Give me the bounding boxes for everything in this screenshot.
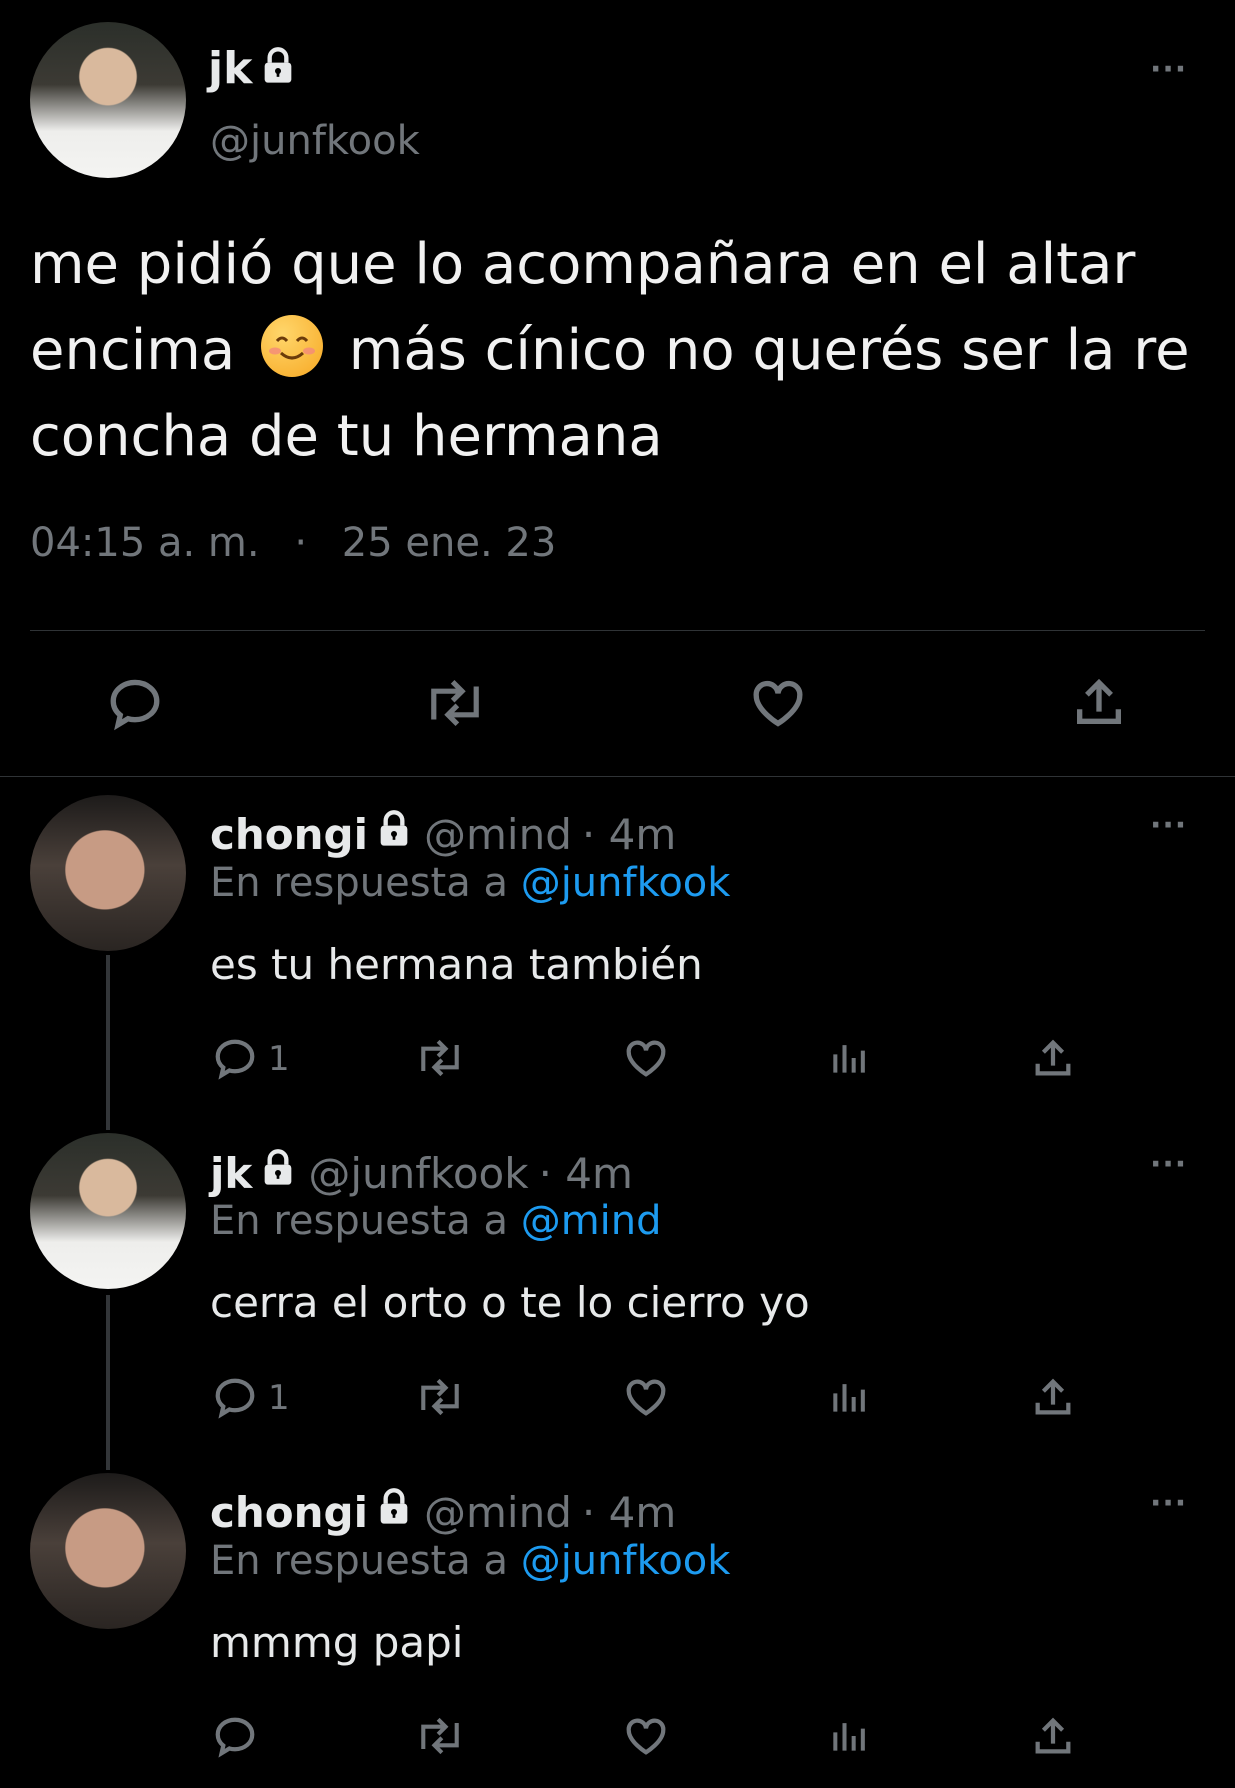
handle[interactable]: @junfkook [210,118,420,164]
reply-header: chongi @mind · 4m [210,1484,676,1540]
tweet-text-line: concha de tu hermana [30,404,663,469]
lock-icon [374,809,414,859]
mention-link[interactable]: @junfkook [521,860,731,906]
more-icon[interactable]: ··· [1150,808,1187,843]
reply-context: En respuesta a @mind [210,1198,662,1244]
divider [30,630,1205,631]
display-name[interactable]: jk [208,43,252,94]
reply-icon[interactable] [106,674,164,736]
reply-text: mmmg papi [210,1618,464,1667]
retweet-icon[interactable] [414,1035,466,1085]
mention-link[interactable]: @mind [521,1198,662,1244]
reply-context: En respuesta a @junfkook [210,1538,730,1584]
reply-age[interactable]: · 4m [582,810,676,859]
reply-actions: 1 [0,1374,1235,1424]
tweet-text-line: me pidió que lo acompañara en el altar [30,232,1136,297]
like-icon[interactable] [622,1374,670,1424]
tweet-text: me pidió que lo acompañara en el altar e… [30,222,1190,480]
tweet-date[interactable]: 25 ene. 23 [342,520,557,566]
reply-icon[interactable] [212,1035,258,1085]
tweet-time[interactable]: 04:15 a. m. [30,520,260,566]
tweet-text-line: encima más cínico no querés ser la re [30,308,1190,394]
handle[interactable]: @mind [424,1488,572,1537]
reply-age[interactable]: · 4m [582,1488,676,1537]
reply-prefix: En respuesta a [210,1538,508,1584]
reply-icon[interactable] [212,1713,258,1763]
avatar[interactable] [30,22,186,178]
reply-context: En respuesta a @junfkook [210,860,730,906]
more-icon[interactable]: ··· [1150,52,1187,87]
lock-icon [374,1487,414,1537]
reply-text: es tu hermana también [210,940,703,989]
handle[interactable]: @mind [424,810,572,859]
views-icon[interactable] [828,1713,872,1763]
lock-icon [258,46,298,90]
share-icon[interactable] [1070,672,1128,736]
reply-header: jk @junfkook · 4m [210,1145,633,1201]
retweet-icon[interactable] [422,674,488,736]
reply-prefix: En respuesta a [210,860,508,906]
display-name[interactable]: chongi [210,1488,368,1537]
share-icon[interactable] [1030,1035,1076,1085]
reply-count: 1 [268,1039,290,1079]
more-icon[interactable]: ··· [1150,1147,1187,1182]
display-name[interactable]: chongi [210,810,368,859]
reply-actions: 1 [0,1035,1235,1085]
reply-count: 1 [268,1378,290,1418]
avatar[interactable] [30,795,186,951]
tweet-actions [0,670,1235,740]
like-icon[interactable] [748,674,808,736]
reply-icon[interactable] [212,1374,258,1424]
display-name[interactable]: jk [210,1149,252,1198]
lock-icon [258,1148,298,1198]
share-icon[interactable] [1030,1374,1076,1424]
divider [0,776,1235,777]
retweet-icon[interactable] [414,1374,466,1424]
reply-prefix: En respuesta a [210,1198,508,1244]
reply-actions [0,1713,1235,1763]
more-icon[interactable]: ··· [1150,1486,1187,1521]
tweet-text-part: más cínico no querés ser la re [348,318,1190,383]
handle[interactable]: @junfkook [308,1149,528,1198]
like-icon[interactable] [622,1035,670,1085]
like-icon[interactable] [622,1713,670,1763]
reply-age[interactable]: · 4m [539,1149,633,1198]
views-icon[interactable] [828,1374,872,1424]
avatar[interactable] [30,1133,186,1289]
retweet-icon[interactable] [414,1713,466,1763]
tweet-text-part: encima [30,318,236,383]
separator: · [294,520,308,566]
reply-text: cerra el orto o te lo cierro yo [210,1278,810,1327]
author-row: jk [208,40,298,96]
share-icon[interactable] [1030,1713,1076,1763]
timestamp-row: 04:15 a. m. · 25 ene. 23 [30,520,556,566]
avatar[interactable] [30,1473,186,1629]
mention-link[interactable]: @junfkook [521,1538,731,1584]
views-icon[interactable] [828,1035,872,1085]
smiling-emoji [260,315,323,377]
reply-header: chongi @mind · 4m [210,806,676,862]
